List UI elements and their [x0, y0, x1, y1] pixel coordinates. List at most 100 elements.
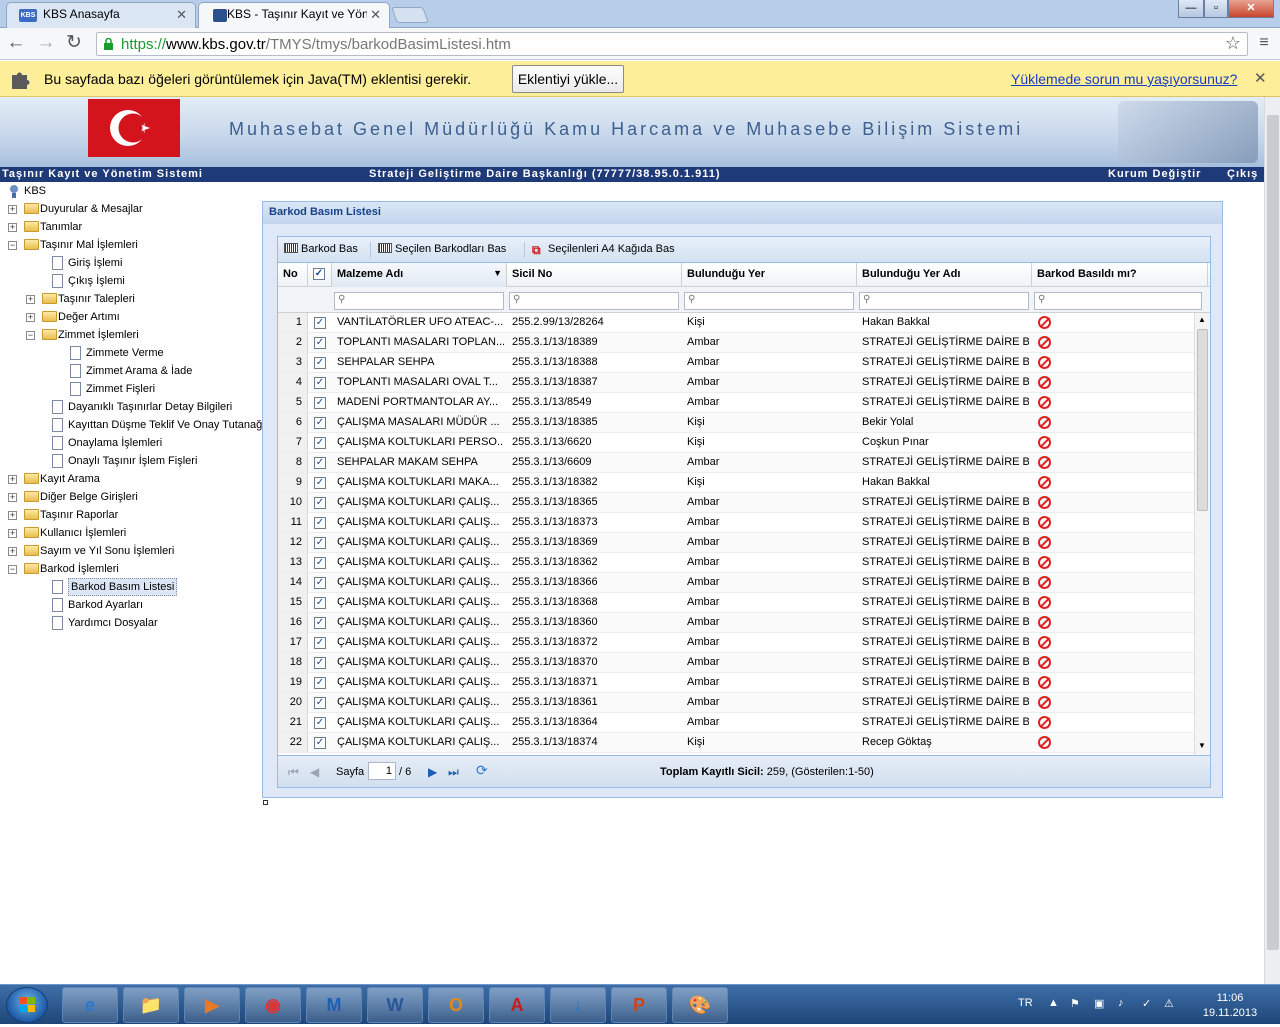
new-tab-button[interactable] — [391, 7, 429, 23]
chrome-taskbar-button[interactable]: ◉ — [245, 987, 301, 1023]
col-yer-adi[interactable]: Bulunduğu Yer Adı — [857, 263, 1032, 287]
grid-scrollbar[interactable]: ▲ ▼ — [1194, 313, 1210, 755]
tree-item[interactable]: Zimmet Fişleri — [0, 380, 258, 398]
resize-handle[interactable] — [263, 800, 268, 805]
expand-icon[interactable]: + — [8, 223, 17, 232]
collapse-icon[interactable]: − — [26, 331, 35, 340]
col-basildi[interactable]: Barkod Basıldı mı? — [1032, 263, 1208, 287]
tab-tmys[interactable]: KBS - Taşınır Kayıt ve Yöne ✕ — [198, 2, 390, 28]
refresh-icon[interactable]: ⟳ — [476, 762, 488, 779]
outlook-taskbar-button[interactable]: O — [428, 987, 484, 1023]
network-icon[interactable]: ▣ — [1094, 997, 1104, 1010]
table-row[interactable]: 14 ✓ ÇALIŞMA KOLTUKLARI ÇALIŞ... 255.3.1/13… — [278, 573, 1194, 593]
filter-sicil-input[interactable]: ⚲ — [509, 292, 679, 310]
page-scrollbar-thumb[interactable] — [1267, 115, 1279, 950]
grid-scrollbar-thumb[interactable] — [1197, 329, 1208, 511]
maximize-button[interactable]: ▫ — [1204, 0, 1228, 18]
table-row[interactable]: 1 ✓ VANTİLATÖRLER UFO ATEAC-... 255.2.99/13… — [278, 313, 1194, 333]
row-checkbox[interactable]: ✓ — [314, 677, 326, 689]
row-checkbox[interactable]: ✓ — [314, 497, 326, 509]
minimize-button[interactable]: — — [1178, 0, 1204, 18]
page-scrollbar[interactable] — [1264, 97, 1280, 984]
row-checkbox[interactable]: ✓ — [314, 417, 326, 429]
tree-item[interactable]: + Sayım ve Yıl Sonu İşlemleri — [0, 542, 258, 560]
maxthon-taskbar-button[interactable]: M — [306, 987, 362, 1023]
menu-icon[interactable]: ≡ — [1252, 32, 1276, 56]
table-row[interactable]: 13 ✓ ÇALIŞMA KOLTUKLARI ÇALIŞ... 255.3.1/13… — [278, 553, 1194, 573]
tree-item[interactable]: Onaylı Taşınır İşlem Fişleri — [0, 452, 258, 470]
forward-arrow-icon[interactable]: → — [34, 32, 58, 56]
powerpoint-taskbar-button[interactable]: P — [611, 987, 667, 1023]
expand-icon[interactable]: + — [8, 475, 17, 484]
row-checkbox[interactable]: ✓ — [314, 577, 326, 589]
install-plugin-button[interactable]: Eklentiyi yükle... — [512, 65, 624, 93]
tree-item[interactable]: Zimmete Verme — [0, 344, 258, 362]
row-checkbox[interactable]: ✓ — [314, 637, 326, 649]
tree-item[interactable]: Dayanıklı Taşınırlar Detay Bilgileri — [0, 398, 258, 416]
tree-item[interactable]: Giriş İşlemi — [0, 254, 258, 272]
tree-item[interactable]: Çıkış İşlemi — [0, 272, 258, 290]
paint-taskbar-button[interactable]: 🎨 — [672, 987, 728, 1023]
bookmark-star-icon[interactable]: ☆ — [1225, 33, 1241, 54]
print-selected-barcodes-button[interactable]: Seçilen Barkodları Bas — [378, 243, 506, 255]
table-row[interactable]: 18 ✓ ÇALIŞMA KOLTUKLARI ÇALIŞ... 255.3.1/13… — [278, 653, 1194, 673]
filter-basildi-input[interactable]: ⚲ — [1034, 292, 1202, 310]
back-arrow-icon[interactable]: ← — [4, 32, 28, 56]
expand-icon[interactable]: + — [8, 511, 17, 520]
row-checkbox[interactable]: ✓ — [314, 697, 326, 709]
col-malzeme[interactable]: Malzeme Adı ▼ — [332, 263, 507, 287]
system-clock[interactable]: 11:06 19.11.2013 — [1190, 991, 1270, 1021]
table-row[interactable]: 5 ✓ MADENİ PORTMANTOLAR AY... 255.3.1/13/85… — [278, 393, 1194, 413]
install-help-link[interactable]: Yüklemede sorun mu yaşıyorsunuz? — [1011, 71, 1237, 87]
table-row[interactable]: 10 ✓ ÇALIŞMA KOLTUKLARI ÇALIŞ... 255.3.1/13… — [278, 493, 1194, 513]
table-row[interactable]: 8 ✓ SEHPALAR MAKAM SEHPA 255.3.1/13/6609 Amb… — [278, 453, 1194, 473]
print-a4-button[interactable]: ⧉ Seçilenleri A4 Kağıda Bas — [532, 243, 675, 257]
tree-item[interactable]: Onaylama İşlemleri — [0, 434, 258, 452]
tray-overflow-icon[interactable]: ▲ — [1048, 997, 1059, 1009]
row-checkbox[interactable]: ✓ — [314, 517, 326, 529]
tree-item[interactable]: + Kullanıcı İşlemleri — [0, 524, 258, 542]
tree-item[interactable]: Barkod Ayarları — [0, 596, 258, 614]
acrobat-taskbar-button[interactable]: A — [489, 987, 545, 1023]
address-bar[interactable]: https://www.kbs.gov.tr/TMYS/tmys/barkodB… — [96, 32, 1248, 56]
row-checkbox[interactable]: ✓ — [314, 457, 326, 469]
table-row[interactable]: 11 ✓ ÇALIŞMA KOLTUKLARI ÇALIŞ... 255.3.1/13… — [278, 513, 1194, 533]
table-row[interactable]: 9 ✓ ÇALIŞMA KOLTUKLARI MAKA... 255.3.1/13/1… — [278, 473, 1194, 493]
col-sicil[interactable]: Sicil No — [507, 263, 682, 287]
expand-icon[interactable]: + — [8, 205, 17, 214]
change-institution-link[interactable]: Kurum Değiştir — [1108, 168, 1201, 180]
tree-item[interactable]: + Diğer Belge Girişleri — [0, 488, 258, 506]
scroll-down-icon[interactable]: ▼ — [1198, 741, 1206, 750]
tab-kbs-anasayfa[interactable]: KBS KBS Anasayfa ✕ — [6, 2, 196, 28]
table-row[interactable]: 7 ✓ ÇALIŞMA KOLTUKLARI PERSO... 255.3.1/13/… — [278, 433, 1194, 453]
close-tab-icon[interactable]: ✕ — [370, 7, 381, 23]
row-checkbox[interactable]: ✓ — [314, 317, 326, 329]
reload-icon[interactable]: ↻ — [62, 32, 86, 56]
collapse-icon[interactable]: − — [8, 241, 17, 250]
first-page-icon[interactable]: ⏮ — [288, 765, 299, 780]
row-checkbox[interactable]: ✓ — [314, 717, 326, 729]
table-row[interactable]: 17 ✓ ÇALIŞMA KOLTUKLARI ÇALIŞ... 255.3.1/13… — [278, 633, 1194, 653]
explorer-taskbar-button[interactable]: 📁 — [123, 987, 179, 1023]
tree-item[interactable]: Zimmet Arama & İade — [0, 362, 258, 380]
volume-icon[interactable]: ♪ — [1118, 997, 1124, 1009]
row-checkbox[interactable]: ✓ — [314, 377, 326, 389]
tree-item[interactable]: Yardımcı Dosyalar — [0, 614, 258, 632]
close-tab-icon[interactable]: ✕ — [176, 7, 187, 23]
tree-item[interactable]: + Duyurular & Mesajlar — [0, 200, 258, 218]
tree-item[interactable]: − Taşınır Mal İşlemleri — [0, 236, 258, 254]
media-taskbar-button[interactable]: ▶ — [184, 987, 240, 1023]
tree-item[interactable]: + Taşınır Talepleri — [0, 290, 258, 308]
filter-yer-input[interactable]: ⚲ — [684, 292, 854, 310]
col-yer[interactable]: Bulunduğu Yer — [682, 263, 857, 287]
tree-item[interactable]: − Barkod İşlemleri — [0, 560, 258, 578]
scroll-up-icon[interactable]: ▲ — [1198, 315, 1206, 324]
close-window-button[interactable]: ✕ — [1228, 0, 1274, 18]
ie-taskbar-button[interactable]: e — [62, 987, 118, 1023]
filter-yer-adi-input[interactable]: ⚲ — [859, 292, 1029, 310]
last-page-icon[interactable]: ⏭ — [448, 765, 459, 780]
table-row[interactable]: 19 ✓ ÇALIŞMA KOLTUKLARI ÇALIŞ... 255.3.1/13… — [278, 673, 1194, 693]
select-all-checkbox[interactable]: ✓ — [313, 268, 325, 280]
page-number-input[interactable]: 1 — [368, 762, 396, 780]
row-checkbox[interactable]: ✓ — [314, 337, 326, 349]
